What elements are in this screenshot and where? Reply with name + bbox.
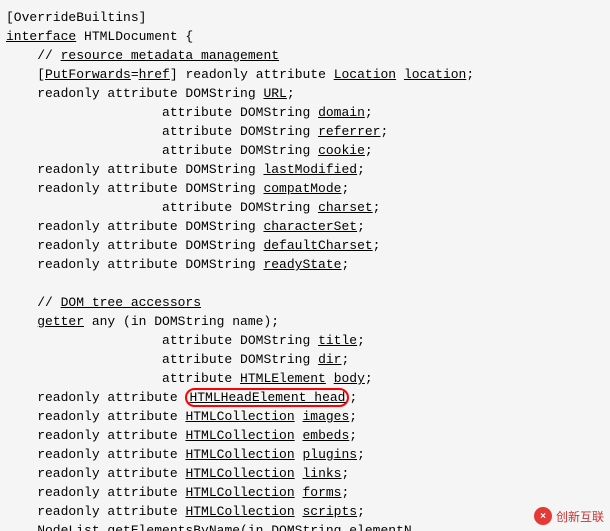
watermark-text: 创新互联 xyxy=(556,508,604,525)
code-line: readonly attribute HTMLCollection plugin… xyxy=(6,445,604,464)
code-line: readonly attribute HTMLCollection links; xyxy=(6,464,604,483)
code-text: readonly attribute HTMLCollection embeds… xyxy=(6,426,357,445)
code-text: interface HTMLDocument { xyxy=(6,27,193,46)
code-line: readonly attribute DOMString lastModifie… xyxy=(6,160,604,179)
code-line: [PutForwards=href] readonly attribute Lo… xyxy=(6,65,604,84)
code-text: attribute DOMString domain; xyxy=(6,103,373,122)
code-line: attribute DOMString referrer; xyxy=(6,122,604,141)
code-line: readonly attribute HTMLCollection images… xyxy=(6,407,604,426)
code-text: attribute HTMLElement body; xyxy=(6,369,373,388)
code-text: attribute DOMString dir; xyxy=(6,350,349,369)
code-line: attribute DOMString cookie; xyxy=(6,141,604,160)
code-line: readonly attribute DOMString defaultChar… xyxy=(6,236,604,255)
code-text: readonly attribute HTMLCollection links; xyxy=(6,464,349,483)
code-line: getter any (in DOMString name); xyxy=(6,312,604,331)
code-line: attribute DOMString charset; xyxy=(6,198,604,217)
code-text: readonly attribute HTMLHeadElement head; xyxy=(6,388,357,407)
code-line: attribute HTMLElement body; xyxy=(6,369,604,388)
code-text: // resource metadata management xyxy=(6,46,279,65)
code-line: readonly attribute DOMString URL; xyxy=(6,84,604,103)
code-container: [OverrideBuiltins] interface HTMLDocumen… xyxy=(0,0,610,531)
code-text: readonly attribute HTMLCollection images… xyxy=(6,407,357,426)
code-text: getter any (in DOMString name); xyxy=(6,312,279,331)
code-line: interface HTMLDocument { xyxy=(6,27,604,46)
code-text xyxy=(6,274,14,293)
code-text: [OverrideBuiltins] xyxy=(6,8,146,27)
watermark: × 创新互联 xyxy=(534,507,604,525)
code-line: readonly attribute DOMString readyState; xyxy=(6,255,604,274)
code-line: readonly attribute HTMLCollection embeds… xyxy=(6,426,604,445)
code-text: [PutForwards=href] readonly attribute Lo… xyxy=(6,65,474,84)
code-text: readonly attribute DOMString URL; xyxy=(6,84,295,103)
code-text: // DOM tree accessors xyxy=(6,293,201,312)
code-line: attribute DOMString dir; xyxy=(6,350,604,369)
code-line: attribute DOMString title; xyxy=(6,331,604,350)
code-text: attribute DOMString referrer; xyxy=(6,122,388,141)
code-line: readonly attribute HTMLCollection forms; xyxy=(6,483,604,502)
highlighted-line: readonly attribute HTMLHeadElement head; xyxy=(6,388,604,407)
code-line: // resource metadata management xyxy=(6,46,604,65)
code-line xyxy=(6,274,604,293)
code-line: // DOM tree accessors xyxy=(6,293,604,312)
code-line: NodeList getElementsByName(in DOMString … xyxy=(6,521,604,531)
code-text: readonly attribute DOMString defaultChar… xyxy=(6,236,380,255)
code-text: readonly attribute HTMLCollection plugin… xyxy=(6,445,365,464)
code-text: NodeList getElementsByName(in DOMString … xyxy=(6,521,412,531)
code-text: readonly attribute DOMString lastModifie… xyxy=(6,160,365,179)
code-text: readonly attribute HTMLCollection script… xyxy=(6,502,365,521)
code-text: attribute DOMString title; xyxy=(6,331,365,350)
code-text: attribute DOMString charset; xyxy=(6,198,380,217)
code-text: readonly attribute HTMLCollection forms; xyxy=(6,483,349,502)
code-line: readonly attribute HTMLCollection script… xyxy=(6,502,604,521)
code-text: readonly attribute DOMString readyState; xyxy=(6,255,349,274)
code-text: readonly attribute DOMString characterSe… xyxy=(6,217,365,236)
watermark-icon: × xyxy=(534,507,552,525)
code-line: attribute DOMString domain; xyxy=(6,103,604,122)
code-text: attribute DOMString cookie; xyxy=(6,141,373,160)
code-line: readonly attribute DOMString compatMode; xyxy=(6,179,604,198)
code-line: [OverrideBuiltins] xyxy=(6,8,604,27)
code-text: readonly attribute DOMString compatMode; xyxy=(6,179,349,198)
code-line: readonly attribute DOMString characterSe… xyxy=(6,217,604,236)
